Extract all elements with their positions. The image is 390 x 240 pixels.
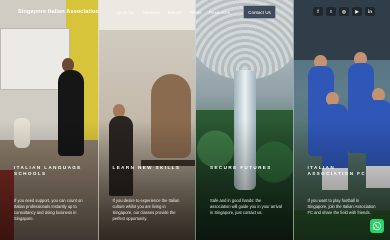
nav-about[interactable]: About Us [116,10,134,15]
twitter-icon[interactable]: t [326,7,336,16]
panel-title: Italian Association FC [307,165,367,176]
panel-football-club[interactable]: Italian Association FC If you want to pl… [292,0,390,240]
facebook-icon[interactable]: f [313,7,323,16]
site-header: Singapore Italian Association About Us S… [0,0,390,26]
panel-title: Learn New Skills [112,165,181,170]
panel-description: Safe and in good hands: the association … [210,198,282,215]
nav-services[interactable]: Services [143,10,160,15]
nav-resources[interactable]: Resources [209,10,230,15]
contact-button[interactable]: Contact Us [243,5,276,19]
panel-description: If you need support, you can count on It… [14,198,83,221]
social-links: f t ◎ ▶ in [313,7,375,16]
hero-panels: Italian Language Schools If you need sup… [0,0,390,240]
nav-photo[interactable]: Photo [190,10,201,15]
linkedin-icon[interactable]: in [365,7,375,16]
page: Italian Language Schools If you need sup… [0,0,390,240]
panel-description: If you want to play football in Singapor… [307,198,376,215]
panel-language-schools[interactable]: Italian Language Schools If you need sup… [0,0,98,240]
panel-description: If you desire to experience the Italian … [112,198,180,221]
youtube-icon[interactable]: ▶ [352,7,362,16]
whatsapp-icon[interactable] [370,219,384,233]
panel-learn-skills[interactable]: Learn New Skills If you desire to experi… [97,0,195,240]
nav-events[interactable]: Events [168,10,181,15]
panel-title: Italian Language Schools [14,165,82,176]
panel-title: Secure Futures [210,165,272,170]
instagram-icon[interactable]: ◎ [339,7,349,16]
site-logo[interactable]: Singapore Italian Association [18,9,99,15]
panel-secure-futures[interactable]: Secure Futures Safe and in good hands: t… [195,0,293,240]
